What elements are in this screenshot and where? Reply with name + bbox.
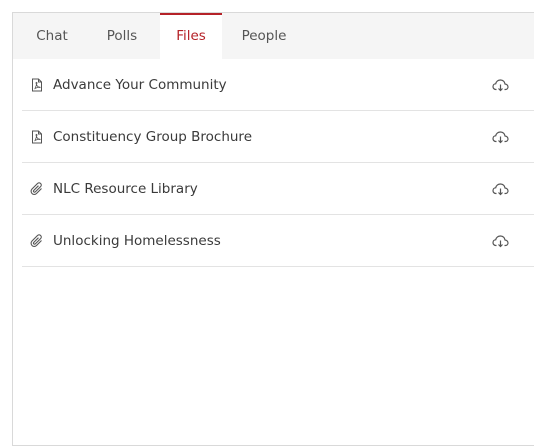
cloud-download-icon[interactable] bbox=[492, 129, 509, 145]
file-list: Advance Your Community Constituency Grou… bbox=[22, 59, 534, 267]
tab-polls[interactable]: Polls bbox=[93, 13, 151, 59]
file-row[interactable]: Constituency Group Brochure bbox=[22, 111, 534, 163]
file-name[interactable]: Advance Your Community bbox=[53, 59, 227, 111]
file-row[interactable]: Unlocking Homelessness bbox=[22, 215, 534, 267]
tab-bar: Chat Polls Files People bbox=[13, 13, 534, 59]
cloud-download-icon[interactable] bbox=[492, 181, 509, 197]
tab-chat[interactable]: Chat bbox=[22, 13, 82, 59]
file-name[interactable]: Unlocking Homelessness bbox=[53, 215, 221, 267]
file-name[interactable]: Constituency Group Brochure bbox=[53, 111, 252, 163]
file-row[interactable]: Advance Your Community bbox=[22, 59, 534, 111]
files-panel: Chat Polls Files People Advance Your Com… bbox=[12, 12, 534, 446]
cloud-download-icon[interactable] bbox=[492, 233, 509, 249]
tab-files[interactable]: Files bbox=[160, 13, 222, 59]
pdf-file-icon bbox=[32, 130, 42, 144]
file-row[interactable]: NLC Resource Library bbox=[22, 163, 534, 215]
file-name[interactable]: NLC Resource Library bbox=[53, 163, 198, 215]
pdf-file-icon bbox=[32, 78, 42, 92]
cloud-download-icon[interactable] bbox=[492, 77, 509, 93]
paperclip-icon bbox=[30, 234, 42, 248]
tab-people[interactable]: People bbox=[229, 13, 299, 59]
paperclip-icon bbox=[30, 182, 42, 196]
